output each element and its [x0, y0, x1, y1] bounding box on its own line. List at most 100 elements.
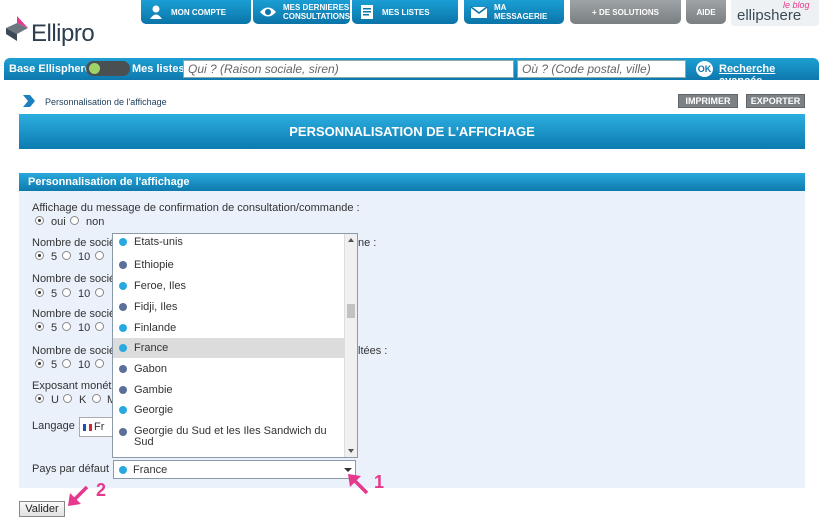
country-dot-icon [119, 324, 127, 332]
nombre-5-radio[interactable] [35, 288, 44, 297]
radio-label: non [86, 216, 105, 228]
exposant-u-radio[interactable] [35, 394, 44, 403]
nav-mon-compte[interactable]: MON COMPTE [141, 0, 251, 24]
toggle-knob [89, 63, 100, 74]
nombre-other-radio[interactable] [95, 322, 104, 331]
nombre-societes-question: Nombre de socié [32, 345, 116, 357]
breadcrumb-arrow-icon [23, 95, 35, 107]
nav-ma-messagerie[interactable]: MA MESSAGERIE [464, 0, 564, 24]
ok-button[interactable]: OK [696, 61, 713, 77]
scroll-up-icon[interactable] [348, 238, 354, 242]
nombre-societes-question: Nombre de socié [32, 273, 116, 285]
dropdown-option-label: Georgie [134, 404, 174, 416]
valider-button[interactable]: Valider [19, 501, 65, 517]
annotation-arrow-2-icon [68, 485, 89, 506]
nav-aide[interactable]: AIDE [686, 0, 726, 24]
pays-select[interactable]: France [113, 460, 356, 479]
nav-label: AIDE [696, 7, 716, 17]
dropdown-scrollbar[interactable] [344, 234, 357, 457]
nombre-5-radio[interactable] [35, 322, 44, 331]
dropdown-option-label: Etats-unis [134, 236, 183, 248]
pays-value: France [133, 464, 168, 476]
country-dot-icon [119, 303, 127, 311]
print-button[interactable]: IMPRIMER [678, 94, 738, 108]
dropdown-option-label: Ghana [134, 456, 167, 457]
question-tail: ltées : [358, 345, 388, 357]
confirmation-non-radio[interactable] [70, 216, 79, 225]
dropdown-option[interactable]: Feroe, Iles [113, 276, 344, 296]
radio-label: 10 [78, 251, 91, 263]
dropdown-option[interactable]: France [113, 338, 344, 358]
nav-label: MES DERNIERES CONSULTATIONS [283, 3, 351, 21]
blog-link[interactable]: le blog ellipshere [731, 0, 819, 26]
nombre-10-radio[interactable] [62, 251, 71, 260]
dropdown-option-label: Fidji, Iles [134, 301, 178, 313]
scroll-down-icon[interactable] [348, 449, 354, 453]
nombre-societes-question: Nombre de socié [32, 237, 116, 249]
mes-listes-label[interactable]: Mes listes [132, 63, 185, 75]
nombre-5-radio[interactable] [35, 251, 44, 260]
nav-plus-de-solutions[interactable]: + DE SOLUTIONS [570, 0, 681, 24]
country-dot-icon [119, 466, 127, 474]
where-search-input[interactable]: Où ? (Code postal, ville) [517, 60, 686, 78]
list-icon [358, 3, 376, 21]
exposant-m-radio[interactable] [92, 394, 101, 403]
langage-value: Fr [94, 421, 105, 433]
search-bar: Base Ellisphere Mes listes Qui ? (Raison… [4, 58, 819, 87]
dropdown-option[interactable]: Fidji, Iles [113, 297, 344, 317]
nav-label: MA MESSAGERIE [494, 3, 548, 21]
export-button[interactable]: EXPORTER [746, 94, 805, 108]
radio-label: oui [51, 216, 66, 228]
dropdown-option[interactable]: Georgie [113, 400, 344, 420]
dropdown-option-label: Georgie du Sud et les Iles Sandwich du S… [134, 425, 327, 448]
nav-mes-listes[interactable]: MES LISTES [352, 0, 458, 24]
question-tail: ne : [358, 237, 377, 249]
nav-dernieres-consultations[interactable]: MES DERNIERES CONSULTATIONS [253, 0, 350, 24]
exposant-k-radio[interactable] [63, 394, 72, 403]
radio-label: 10 [78, 288, 91, 300]
dropdown-option[interactable]: Georgie du Sud et les Iles Sandwich du S… [113, 422, 344, 450]
country-dot-icon [119, 261, 127, 269]
advanced-search-link[interactable]: Recherche avancée [719, 63, 819, 87]
country-dot-icon [119, 406, 127, 414]
nombre-10-radio[interactable] [62, 288, 71, 297]
dropdown-option[interactable]: Ghana [113, 452, 344, 457]
dropdown-option[interactable]: Ethiopie [113, 255, 344, 275]
radio-label: 5 [51, 251, 58, 263]
pays-label: Pays par défaut : [32, 463, 116, 475]
nombre-5-radio[interactable] [35, 359, 44, 368]
spacer [19, 149, 805, 173]
dropdown-option-label: Finlande [134, 322, 177, 334]
dropdown-option[interactable]: Gambie [113, 380, 344, 400]
nombre-other-radio[interactable] [95, 251, 104, 260]
envelope-icon [470, 3, 488, 21]
radio-label: 5 [51, 322, 58, 334]
dropdown-option[interactable]: Etats-unis [113, 234, 344, 252]
confirmation-oui-radio[interactable] [35, 216, 44, 225]
base-toggle[interactable] [86, 61, 130, 76]
country-dot-icon [119, 344, 127, 352]
dropdown-option[interactable]: Gabon [113, 359, 344, 379]
scrollbar-thumb[interactable] [347, 304, 355, 318]
dropdown-option[interactable]: Finlande [113, 318, 344, 338]
nombre-other-radio[interactable] [95, 359, 104, 368]
section-header: Personnalisation de l'affichage [19, 173, 805, 191]
radio-label: 10 [78, 322, 91, 334]
who-search-input[interactable]: Qui ? (Raison sociale, siren) [183, 60, 514, 78]
country-dot-icon [119, 386, 127, 394]
radio-label: 5 [51, 288, 58, 300]
nombre-other-radio[interactable] [95, 288, 104, 297]
dropdown-option-label: Gambie [134, 384, 173, 396]
flag-fr-icon [83, 423, 92, 431]
eye-icon [259, 3, 277, 21]
ellipro-logo[interactable]: Ellipro [4, 8, 104, 48]
pays-dropdown-list[interactable]: Etats-unis Ethiopie Feroe, Iles Fidji, Iles… [112, 233, 358, 458]
confirmation-question: Affichage du message de confirmation de … [32, 202, 360, 214]
annotation-number-2: 2 [96, 480, 107, 500]
nombre-10-radio[interactable] [62, 359, 71, 368]
dropdown-option-label: Feroe, Iles [134, 280, 186, 292]
dropdown-option-label: Ethiopie [134, 259, 174, 271]
country-dot-icon [119, 428, 127, 436]
nombre-10-radio[interactable] [62, 322, 71, 331]
nav-label: MES LISTES [382, 7, 430, 17]
